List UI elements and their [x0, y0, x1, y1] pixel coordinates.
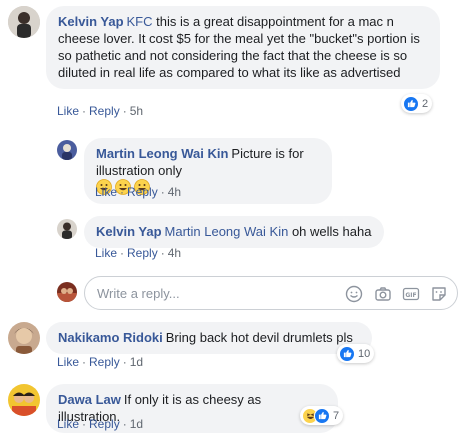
reply-link[interactable]: Reply	[89, 104, 120, 118]
reply-actions: Like · Reply · 4h	[95, 246, 182, 260]
svg-text:GIF: GIF	[405, 292, 416, 299]
comment-actions: Like · Reply · 1d	[57, 355, 144, 369]
reply-link[interactable]: Reply	[127, 185, 158, 199]
gif-icon[interactable]: GIF	[402, 285, 420, 303]
current-user-avatar	[57, 282, 77, 302]
comment-author[interactable]: Nakikamo Ridoki	[58, 330, 163, 345]
avatar[interactable]	[57, 140, 77, 160]
reply-actions: Like · Reply · 4h	[95, 185, 182, 199]
reply-author[interactable]: Martin Leong Wai Kin	[96, 146, 228, 161]
timestamp[interactable]: 1d	[130, 355, 143, 369]
timestamp[interactable]: 1d	[130, 417, 143, 431]
sticker-icon[interactable]	[430, 285, 448, 303]
reaction-count: 7	[333, 409, 340, 422]
timestamp[interactable]: 4h	[168, 185, 181, 199]
like-reaction-icon	[403, 95, 419, 112]
reply-link[interactable]: Reply	[127, 246, 158, 260]
reaction-count: 2	[422, 97, 429, 110]
comment-bubble: Kelvin Yap KFC this is a great disappoint…	[46, 6, 440, 89]
like-link[interactable]: Like	[57, 104, 79, 118]
reply-bubble: Kelvin Yap Martin Leong Wai Kin oh wells …	[84, 216, 384, 248]
reaction-summary[interactable]: 7	[300, 406, 344, 425]
comment-actions: Like · Reply · 1d	[57, 417, 144, 431]
reply-link[interactable]: Reply	[89, 355, 120, 369]
like-reaction-icon	[314, 407, 330, 424]
reply-author[interactable]: Kelvin Yap	[96, 224, 162, 239]
comment-actions: Like · Reply · 5h	[57, 104, 144, 118]
timestamp[interactable]: 5h	[130, 104, 143, 118]
reply-link[interactable]: Reply	[89, 417, 120, 431]
tagged-page[interactable]: KFC	[127, 14, 153, 29]
tagged-user[interactable]: Martin Leong Wai Kin	[165, 224, 289, 239]
comment-bubble: Nakikamo Ridoki Bring back hot devil drum…	[46, 322, 372, 354]
reply-input-box[interactable]: GIF	[84, 276, 458, 310]
reply-text: oh wells haha	[288, 224, 372, 239]
like-link[interactable]: Like	[57, 417, 79, 431]
smiley-icon[interactable]	[345, 285, 363, 303]
reaction-count: 10	[358, 347, 371, 360]
like-link[interactable]: Like	[95, 246, 117, 260]
avatar[interactable]	[8, 322, 40, 354]
camera-icon[interactable]	[374, 285, 392, 303]
avatar[interactable]	[57, 219, 77, 239]
like-link[interactable]: Like	[57, 355, 79, 369]
avatar[interactable]	[8, 6, 40, 38]
like-reaction-icon	[339, 345, 355, 362]
comment-author[interactable]: Dawa Law	[58, 392, 121, 407]
timestamp[interactable]: 4h	[168, 246, 181, 260]
reaction-summary[interactable]: 10	[337, 344, 375, 363]
comment-author[interactable]: Kelvin Yap	[58, 14, 124, 29]
like-link[interactable]: Like	[95, 185, 117, 199]
reply-input[interactable]	[97, 285, 317, 302]
comment-text: Bring back hot devil drumlets pls	[165, 330, 353, 345]
avatar[interactable]	[8, 384, 40, 416]
reaction-summary[interactable]: 2	[401, 94, 433, 113]
